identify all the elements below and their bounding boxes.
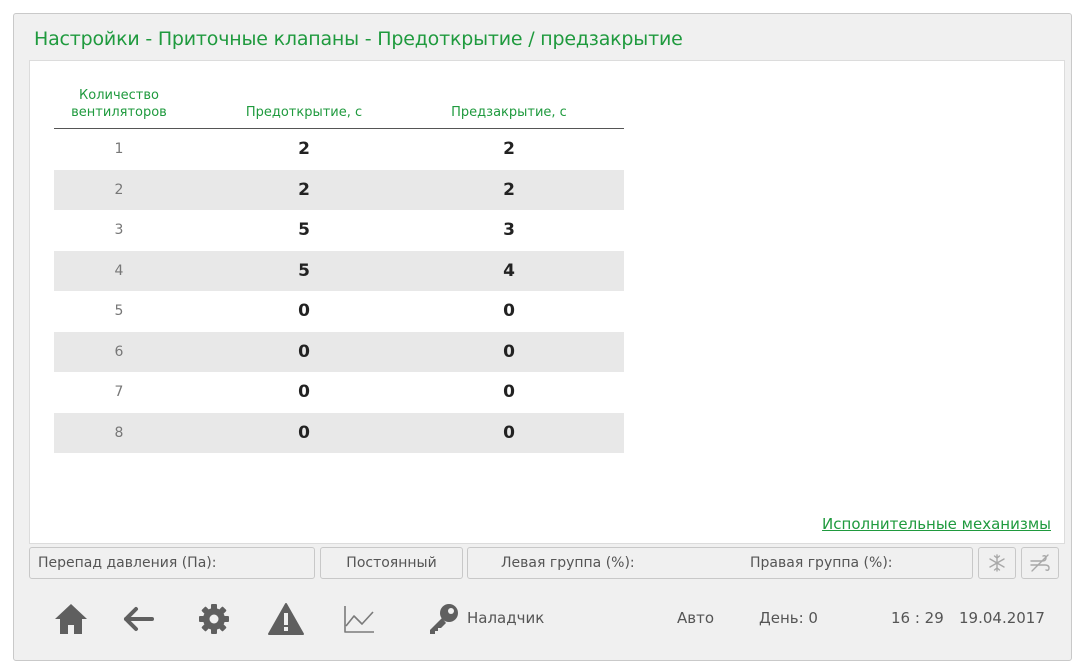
mode-field: Постоянный	[320, 547, 463, 579]
table-row: 3 5 3	[54, 210, 624, 251]
clock-date: 19.04.2017	[959, 609, 1045, 627]
control-mode: Авто	[677, 609, 715, 627]
preclose-value[interactable]: 0	[459, 413, 559, 454]
day-indicator: День: 0	[759, 609, 818, 627]
content-panel: Количество вентиляторов Предоткрытие, с …	[29, 60, 1065, 544]
gear-icon	[199, 604, 229, 634]
fan-count-cell: 8	[114, 424, 124, 441]
fan-count-cell: 1	[114, 141, 124, 158]
fan-count-cell: 4	[114, 262, 124, 279]
header-preopen: Предоткрытие, с	[245, 105, 363, 120]
table-row: 4 5 4	[54, 250, 624, 292]
preclose-value[interactable]: 0	[459, 332, 559, 373]
table-row: 6 0 0	[54, 331, 624, 373]
fan-count-cell: 2	[114, 181, 124, 198]
header-fan-count-line1: Количество	[79, 88, 159, 103]
pressure-diff-field: Перепад давления (Па):	[29, 547, 315, 579]
home-icon	[55, 604, 87, 634]
preopen-value[interactable]: 0	[254, 372, 354, 413]
key-icon	[430, 604, 458, 634]
header-fan-count-line2: вентиляторов	[71, 105, 167, 120]
actuators-link[interactable]: Исполнительные механизмы	[822, 515, 1051, 533]
table-row: 5 0 0	[54, 291, 624, 332]
preopen-value[interactable]: 5	[254, 251, 354, 292]
right-group-label: Правая группа (%):	[750, 555, 893, 571]
status-bar: Перепад давления (Па): Постоянный Левая …	[29, 547, 1065, 579]
table-row: 1 2 2	[54, 129, 624, 170]
bottom-navigation: Наладчик Авто День: 0 16 : 29 19.04.2017	[29, 589, 1065, 649]
left-group-label: Левая группа (%):	[501, 555, 635, 571]
trends-button[interactable]	[339, 602, 379, 636]
fan-valve-table: Количество вентиляторов Предоткрытие, с …	[54, 65, 624, 453]
preopen-value[interactable]: 2	[254, 129, 354, 170]
page-title: Настройки - Приточные клапаны - Предоткр…	[34, 28, 683, 50]
table-row: 7 0 0	[54, 372, 624, 413]
clock-time: 16 : 29	[891, 609, 944, 627]
preopen-value[interactable]: 0	[254, 332, 354, 373]
fan-count-cell: 5	[114, 303, 124, 320]
wind-off-button[interactable]	[1021, 547, 1059, 579]
warning-icon	[268, 603, 304, 635]
preclose-value[interactable]: 2	[459, 170, 559, 211]
preclose-value[interactable]: 0	[459, 291, 559, 332]
preclose-value[interactable]: 3	[459, 210, 559, 251]
header-preclose: Предзакрытие, с	[451, 105, 567, 120]
pressure-diff-label: Перепад давления (Па):	[38, 555, 217, 571]
arrow-left-icon	[124, 607, 154, 631]
login-button[interactable]	[424, 602, 464, 636]
fan-count-cell: 7	[114, 384, 124, 401]
table-header: Количество вентиляторов Предоткрытие, с …	[54, 65, 624, 129]
preclose-value[interactable]: 2	[459, 129, 559, 170]
preopen-value[interactable]: 2	[254, 170, 354, 211]
table-row: 8 0 0	[54, 412, 624, 454]
chart-icon	[344, 606, 374, 633]
user-role[interactable]: Наладчик	[467, 609, 544, 627]
header-fan-count: Количество вентиляторов	[54, 87, 184, 121]
preopen-value[interactable]: 0	[254, 413, 354, 454]
preclose-value[interactable]: 4	[459, 251, 559, 292]
settings-window: Настройки - Приточные клапаны - Предоткр…	[13, 13, 1072, 661]
snowflake-icon	[989, 554, 1005, 572]
groups-field: Левая группа (%): Правая группа (%):	[467, 547, 973, 579]
settings-button[interactable]	[194, 602, 234, 636]
alarms-button[interactable]	[266, 602, 306, 636]
fan-count-cell: 3	[114, 222, 124, 239]
preopen-value[interactable]: 5	[254, 210, 354, 251]
preopen-value[interactable]: 0	[254, 291, 354, 332]
back-button[interactable]	[119, 602, 159, 636]
wind-off-icon	[1030, 554, 1050, 572]
home-button[interactable]	[51, 602, 91, 636]
preclose-value[interactable]: 0	[459, 372, 559, 413]
fan-count-cell: 6	[114, 343, 124, 360]
mode-value: Постоянный	[346, 555, 437, 571]
snowflake-button[interactable]	[978, 547, 1016, 579]
table-row: 2 2 2	[54, 169, 624, 211]
